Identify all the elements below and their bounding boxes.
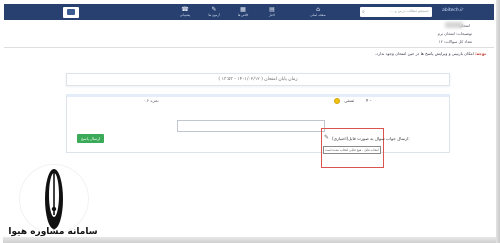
pen-nib-logo [45,169,63,229]
home-icon: ⌂ [316,6,320,13]
user-menu-button[interactable] [63,7,79,18]
nav-item-label: صفحه اصلی [310,13,326,17]
notice-label: توجه: [475,51,486,56]
exam-icon: ✎ [211,6,217,13]
question-type: تستی [344,99,355,104]
question-count: تعداد کل سوالات: ۱۲ [438,39,472,44]
nav-item-home[interactable]: ⌂ صفحه اصلی [305,6,331,17]
nav-item-news[interactable]: ▤ اخبار [259,6,285,17]
watermark: سامانه مشاوره هیوا [0,165,100,243]
search-icon: ⌕ [362,9,365,15]
answer-input[interactable] [177,120,325,132]
frame-shadow-bottom [3,237,497,243]
notice-text: امکان بازبینی و ویرایش پاسخ ها در حین ام… [375,51,474,56]
user-icon [67,9,75,15]
file-input[interactable]: انتخاب فایل - هیچ فایلی انتخاب نشده است [323,146,381,154]
paperclip-icon: ✎ [324,134,330,141]
exam-name-redacted [445,22,463,28]
nav-item-label: کلاس ها [237,13,249,17]
nav-item-label: آزمون ها [208,13,220,17]
question-number: ۴ - [366,99,372,104]
nav-item-support[interactable]: ☎ پشتیبانی [172,6,198,17]
news-icon: ▤ [269,6,275,13]
nav-item-exams[interactable]: ✎ آزمون ها [201,6,227,17]
send-answer-button[interactable]: ارسال پاسخ [77,134,104,143]
class-icon: ▦ [240,6,246,13]
exam-end-time: زمان پایان امتحان ( ۱۴۰۱/۰۲/۱۲ - ۱۳:۵۳ ) [66,73,450,86]
frame-shadow-right [496,0,500,243]
top-navbar: ☎ پشتیبانی ✎ آزمون ها ▦ کلاس ها ▤ اخبار … [4,4,494,20]
support-icon: ☎ [181,6,189,13]
optional-file-label: ارسال جواب سوال به صورت فایل(اختیاری): [332,136,410,141]
nav-item-label: اخبار [269,13,275,17]
search-input[interactable]: ⌕ جستجو مطالب درس و ... [360,7,432,17]
nav-item-classes[interactable]: ▦ کلاس ها [230,6,256,17]
search-placeholder: جستجو مطالب درس و ... [390,9,429,13]
divider [4,47,494,48]
question-status-dot [334,98,340,104]
screenshot-frame: ☎ پشتیبانی ✎ آزمون ها ▦ کلاس ها ▤ اخبار … [0,0,500,243]
nav-item-label: پشتیبانی [179,13,191,17]
exam-description: توضیحات: امتحان ترم [437,31,472,36]
watermark-text: سامانه مشاوره هیوا [8,227,98,237]
question-score: نمره ۰.۶ [143,99,159,104]
notice-message: توجه: امکان بازبینی و ویرایش پاسخ ها در … [375,51,486,56]
site-logo[interactable]: abitech.ir [442,8,463,13]
